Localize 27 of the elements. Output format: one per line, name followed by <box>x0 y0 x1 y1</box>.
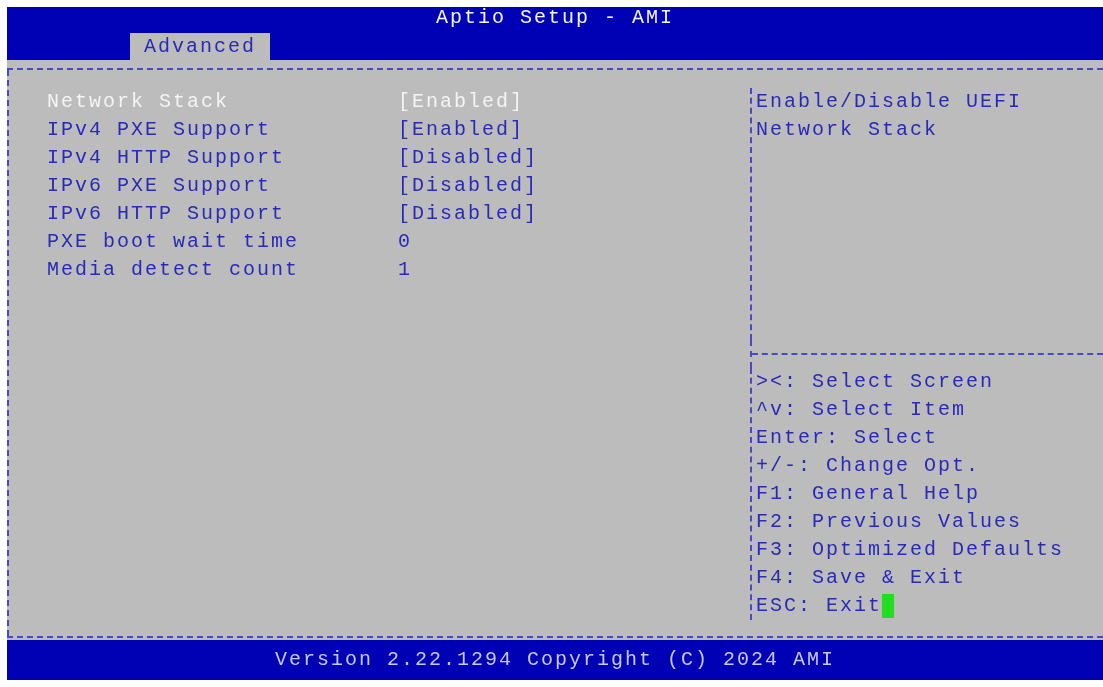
setting-label[interactable]: Media detect count <box>47 256 398 284</box>
version-text: Version 2.22.1294 Copyright (C) 2024 AMI <box>274 647 836 673</box>
key-hint: F3: Optimized Defaults <box>756 537 1065 563</box>
setting-value[interactable]: 0 <box>398 228 412 256</box>
setting-label[interactable]: PXE boot wait time <box>47 228 398 256</box>
help-text: Enable/Disable UEFI <box>756 89 1024 115</box>
key-hint: ESC: Exit <box>756 593 883 619</box>
help-text: Network Stack <box>756 117 940 143</box>
key-hint: ^v: Select Item <box>756 397 967 423</box>
setting-value[interactable]: [Disabled] <box>398 144 539 172</box>
key-hint: Enter: Select <box>756 425 939 451</box>
key-hint: F4: Save & Exit <box>756 565 967 591</box>
setting-label[interactable]: IPv4 PXE Support <box>47 116 398 144</box>
window-title: Aptio Setup - AMI <box>434 7 675 29</box>
setting-label[interactable]: IPv6 HTTP Support <box>47 200 398 228</box>
key-hint: F1: General Help <box>756 481 981 507</box>
setting-label[interactable]: IPv6 PXE Support <box>47 172 398 200</box>
setting-value[interactable]: 1 <box>398 256 412 284</box>
menu-tab[interactable]: Advanced <box>130 33 270 60</box>
key-hint: ><: Select Screen <box>756 369 995 395</box>
key-hint: F2: Previous Values <box>756 509 1023 535</box>
setting-value[interactable]: [Enabled] <box>398 116 525 144</box>
setting-value[interactable]: [Disabled] <box>398 172 539 200</box>
key-hint: +/-: Change Opt. <box>756 453 981 479</box>
cursor-block <box>882 594 895 618</box>
setting-label[interactable]: IPv4 HTTP Support <box>47 144 398 172</box>
setting-value[interactable]: [Disabled] <box>398 200 539 228</box>
